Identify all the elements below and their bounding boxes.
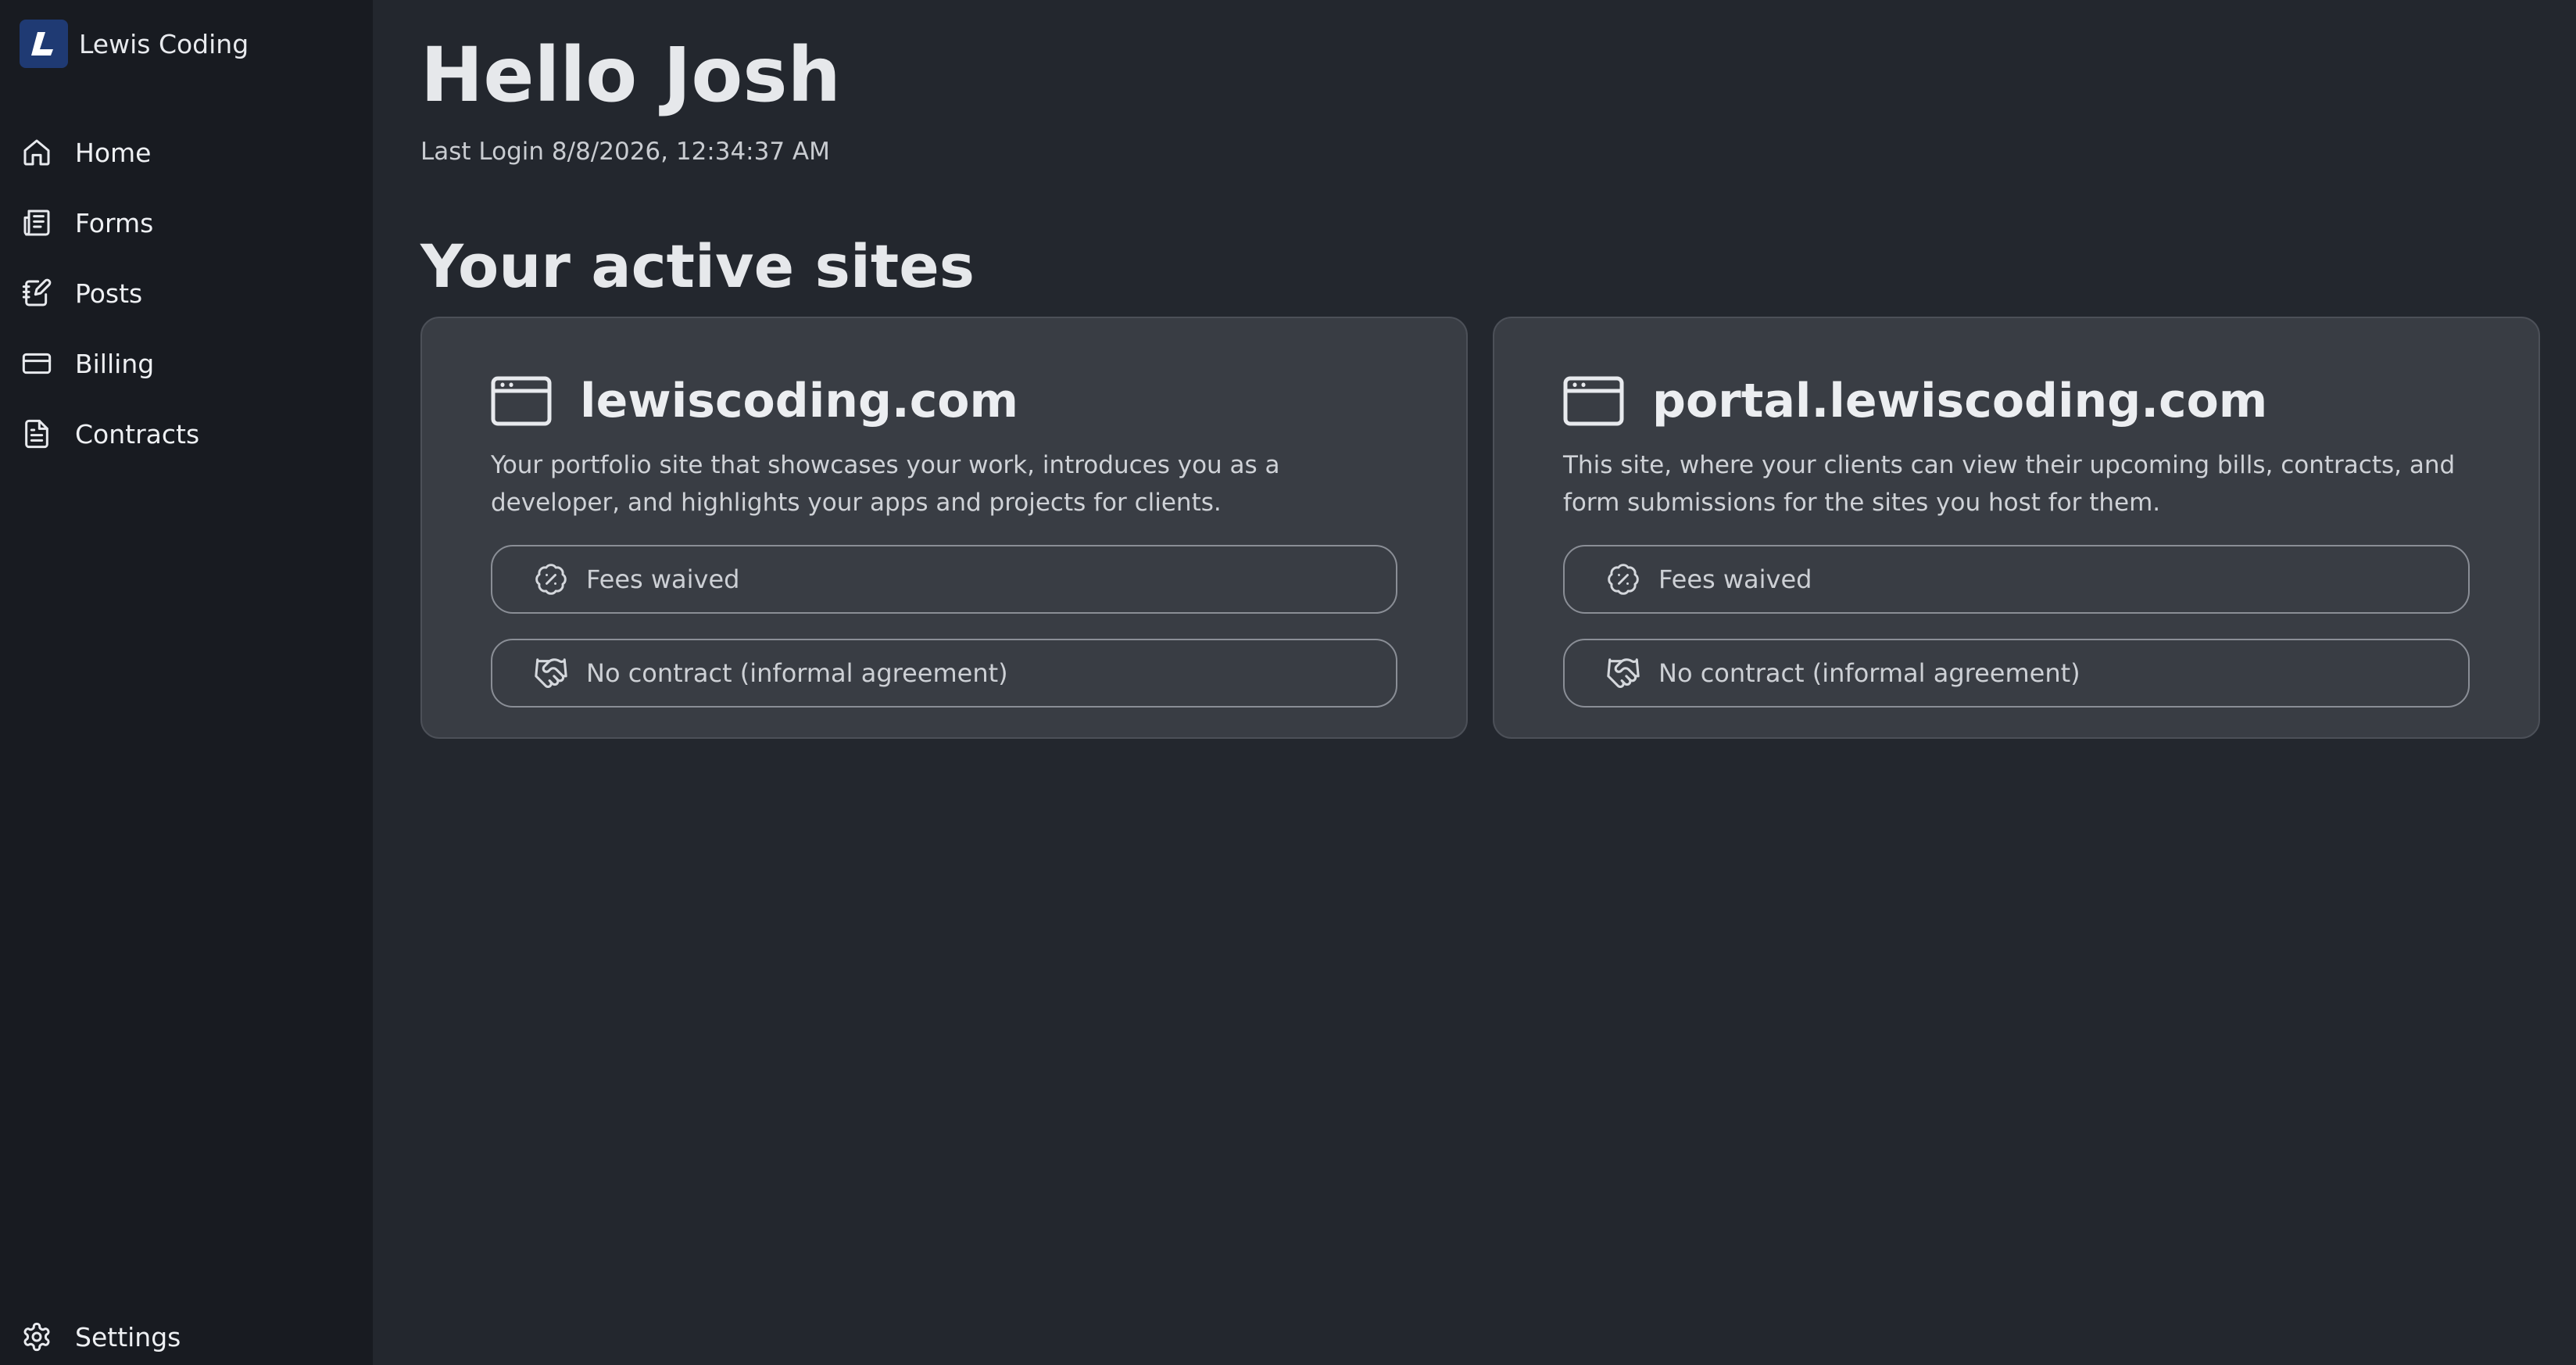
site-card[interactable]: lewiscoding.com Your portfolio site that…	[420, 317, 1468, 739]
sidebar-footer: Settings	[0, 1302, 373, 1365]
site-description: Your portfolio site that showcases your …	[491, 451, 1280, 517]
discount-badge-icon	[533, 561, 569, 597]
contract-status-pill[interactable]: No contract (informal agreement)	[1563, 639, 2470, 708]
handshake-icon	[533, 655, 569, 691]
fees-status-label: Fees waived	[1658, 564, 1812, 594]
sidebar-item-forms[interactable]: Forms	[0, 188, 373, 258]
site-card[interactable]: portal.lewiscoding.com This site, where …	[1493, 317, 2540, 739]
home-icon	[20, 136, 53, 169]
app-root: Lewis Coding Home Forms Posts Billing Co…	[0, 0, 2576, 1365]
sidebar-item-label: Posts	[75, 278, 143, 309]
page-title: Hello Josh	[420, 31, 841, 119]
document-icon	[20, 417, 53, 450]
site-description: This site, where your clients can view t…	[1563, 451, 2456, 517]
site-name: portal.lewiscoding.com	[1652, 374, 2268, 428]
discount-badge-icon	[1605, 561, 1641, 597]
brand[interactable]: Lewis Coding	[20, 20, 249, 68]
last-login-text: Last Login 8/8/2026, 12:34:37 AM	[420, 138, 830, 166]
browser-window-icon	[1563, 376, 1624, 426]
gear-icon	[20, 1320, 53, 1353]
section-title: Your active sites	[420, 231, 975, 301]
contract-status-pill[interactable]: No contract (informal agreement)	[491, 639, 1397, 708]
site-card-header: lewiscoding.com	[491, 370, 1397, 432]
fees-status-pill[interactable]: Fees waived	[1563, 545, 2470, 614]
site-card-header: portal.lewiscoding.com	[1563, 370, 2470, 432]
sidebar-item-settings[interactable]: Settings	[0, 1302, 373, 1365]
newspaper-icon	[20, 206, 53, 239]
sidebar: Lewis Coding Home Forms Posts Billing Co…	[0, 0, 373, 1365]
sidebar-item-billing[interactable]: Billing	[0, 328, 373, 399]
sidebar-item-label: Forms	[75, 207, 154, 238]
site-cards: lewiscoding.com Your portfolio site that…	[420, 317, 2540, 739]
browser-window-icon	[491, 376, 552, 426]
brand-name: Lewis Coding	[79, 28, 249, 59]
sidebar-nav: Home Forms Posts Billing Contracts	[0, 117, 373, 469]
sidebar-item-label: Billing	[75, 348, 155, 379]
site-name: lewiscoding.com	[580, 374, 1019, 428]
sidebar-item-posts[interactable]: Posts	[0, 258, 373, 328]
handshake-icon	[1605, 655, 1641, 691]
notebook-pen-icon	[20, 277, 53, 310]
lewis-coding-logo-icon	[20, 20, 68, 68]
credit-card-icon	[20, 347, 53, 380]
sidebar-item-home[interactable]: Home	[0, 117, 373, 188]
fees-status-label: Fees waived	[586, 564, 740, 594]
sidebar-item-label: Home	[75, 137, 152, 168]
sidebar-item-contracts[interactable]: Contracts	[0, 399, 373, 469]
contract-status-label: No contract (informal agreement)	[1658, 658, 2080, 688]
fees-status-pill[interactable]: Fees waived	[491, 545, 1397, 614]
sidebar-item-label: Settings	[75, 1321, 181, 1352]
sidebar-item-label: Contracts	[75, 418, 200, 450]
contract-status-label: No contract (informal agreement)	[586, 658, 1008, 688]
